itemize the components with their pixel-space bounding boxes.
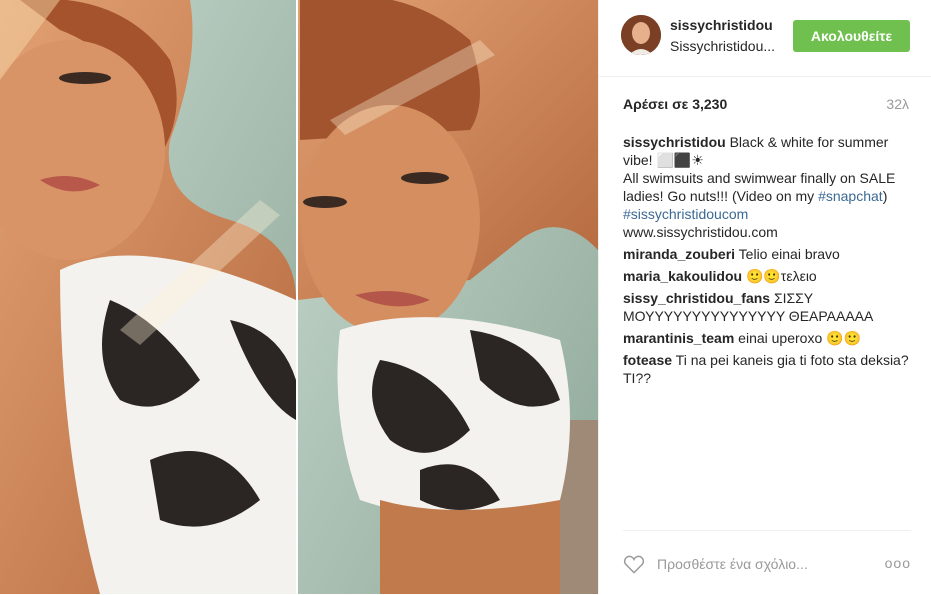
comment-item: marantinis_team einai uperoxo 🙂🙂 — [623, 329, 913, 347]
post-photo[interactable] — [0, 0, 598, 594]
hashtag-snapchat[interactable]: #snapchat — [818, 188, 883, 204]
header-username[interactable]: sissychristidou — [670, 17, 773, 33]
comment-username[interactable]: maria_kakoulidou — [623, 268, 742, 284]
avatar-image — [621, 15, 661, 55]
post-footer: Προσθέστε ένα σχόλιο... ooo — [623, 530, 911, 595]
caption-username[interactable]: sissychristidou — [623, 134, 726, 150]
right-photo — [298, 0, 598, 594]
more-options-icon[interactable]: ooo — [885, 555, 911, 571]
likes-count[interactable]: Αρέσει σε 3,230 — [623, 96, 727, 112]
comment-item: maria_kakoulidou 🙂🙂τελειο — [623, 267, 913, 285]
heart-icon[interactable] — [623, 554, 645, 574]
hashtag-sissychristidoucom[interactable]: #sissychristidoucom — [623, 206, 748, 222]
header-subtitle[interactable]: Sissychristidou... — [670, 38, 775, 54]
post-side-panel: sissychristidou Sissychristidou... Ακολο… — [598, 0, 931, 594]
comment-username[interactable]: marantinis_team — [623, 330, 734, 346]
comment-username[interactable]: fotease — [623, 352, 672, 368]
heart-icon-svg — [623, 555, 645, 574]
comment-item: miranda_zouberi Telio einai bravo — [623, 245, 913, 263]
follow-button[interactable]: Ακολουθείτε — [793, 20, 910, 52]
post-header: sissychristidou Sissychristidou... Ακολο… — [599, 0, 931, 77]
photo-collage — [0, 0, 598, 594]
comment-item: sissy_christidou_fans ΣΙΣΣΥ ΜΟΥΥΥΥΥΥΥΥΥΥ… — [623, 289, 913, 325]
comment-item: fotease Ti na pei kaneis gia ti foto sta… — [623, 351, 913, 387]
add-comment-input[interactable]: Προσθέστε ένα σχόλιο... — [657, 556, 808, 572]
post-age[interactable]: 32λ — [886, 96, 909, 112]
comments-list: sissychristidou Black & white for summer… — [623, 133, 913, 391]
caption-line3: www.sissychristidou.com — [623, 224, 778, 240]
comment-username[interactable]: miranda_zouberi — [623, 246, 735, 262]
instagram-post-view: sissychristidou Sissychristidou... Ακολο… — [0, 0, 931, 594]
caption-line2-end: ) — [882, 188, 888, 204]
comment-text: 🙂🙂τελειο — [745, 268, 817, 284]
comment-username[interactable]: sissy_christidou_fans — [623, 290, 770, 306]
avatar[interactable] — [621, 15, 661, 55]
left-photo — [0, 0, 296, 594]
comment-text: einai uperoxo 🙂🙂 — [738, 330, 861, 346]
comment-text: Telio einai bravo — [738, 246, 840, 262]
caption: sissychristidou Black & white for summer… — [623, 133, 913, 241]
